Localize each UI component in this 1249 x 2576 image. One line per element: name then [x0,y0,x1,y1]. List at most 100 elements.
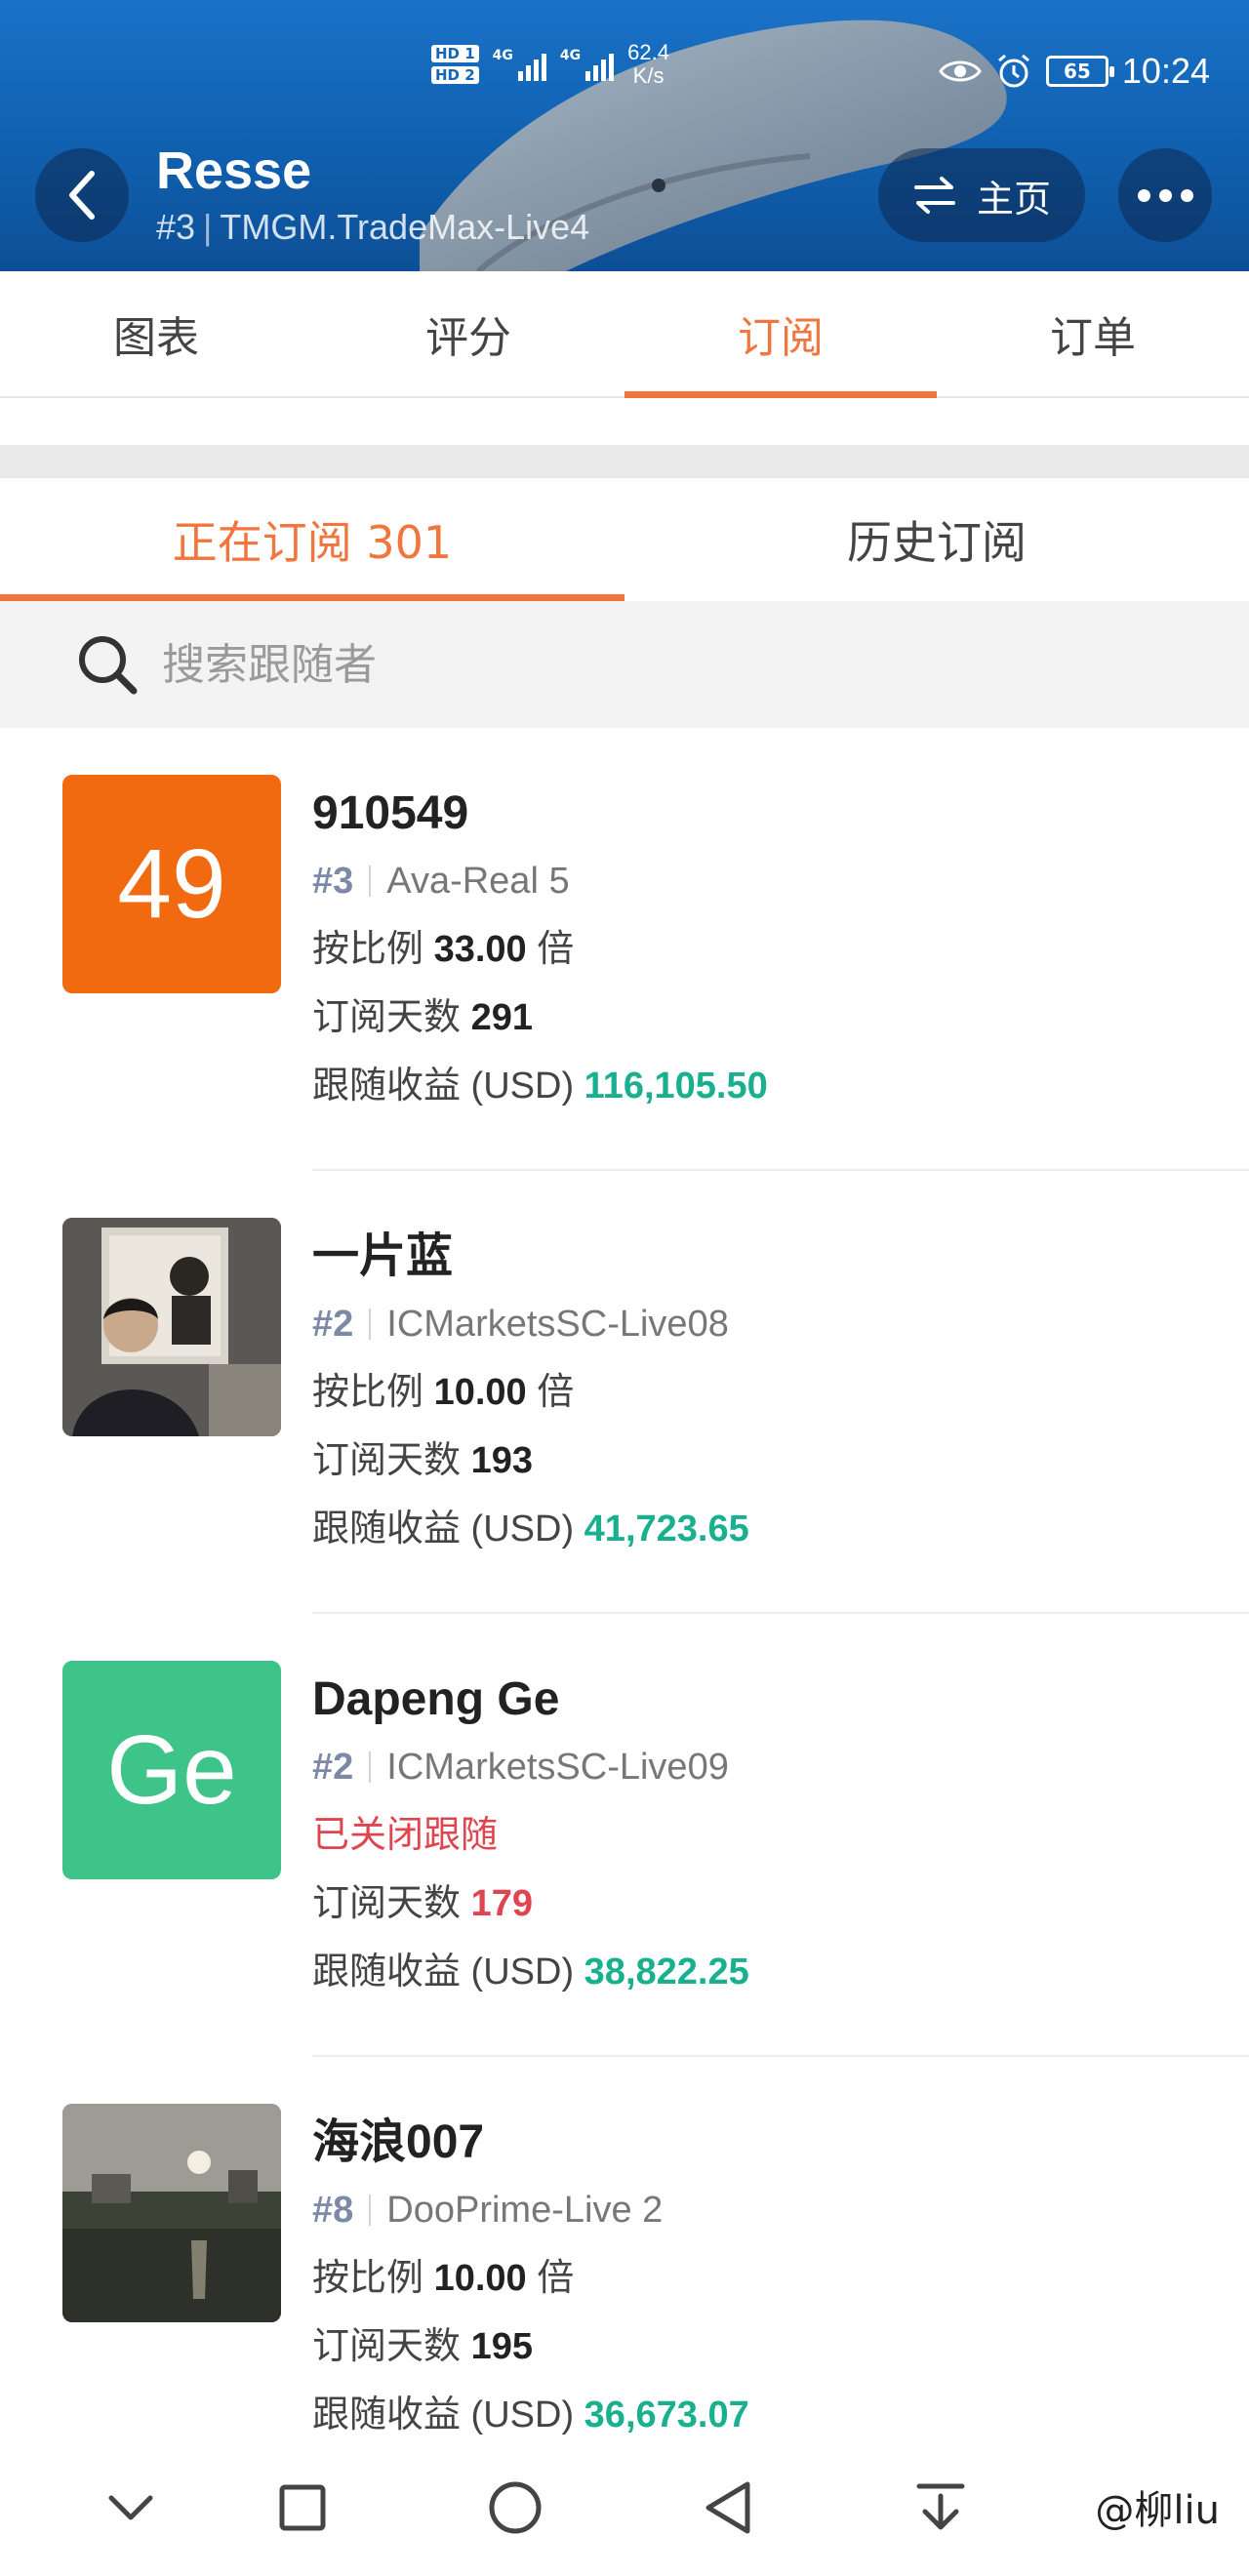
sub-tabs: 正在订阅 301 历史订阅 [0,478,1249,601]
home-button[interactable]: 主页 [878,148,1085,242]
rank-badge: #2 [312,1747,354,1788]
subscriber-server-row: #2 ICMarketsSC-Live08 [312,1290,1190,1358]
days-row: 订阅天数 193 [312,1440,533,1481]
avatar: Ge [62,1661,281,1879]
search-icon[interactable] [74,631,141,698]
server-name: ICMarketsSC-Live09 [386,1747,729,1788]
profit-value: 41,723.65 [584,1509,749,1550]
rank-badge: #3 [312,861,354,902]
more-dot-icon [1158,188,1172,202]
tab-current-subscriptions[interactable]: 正在订阅 301 [0,478,624,601]
page-title: Resse [156,141,312,200]
subscriber-server-row: #2 ICMarketsSC-Live09 [312,1733,1190,1801]
ratio-row: 按比例 10.00 倍 [312,1372,575,1413]
avatar-initials: 49 [117,828,226,939]
ratio-value: 10.00 [433,2258,527,2299]
days-row: 订阅天数 179 [312,1883,533,1924]
more-button[interactable] [1118,148,1212,242]
circle-icon [489,2481,542,2534]
page-subtitle: #3 | TMGM.TradeMax-Live4 [156,207,590,247]
list-item[interactable]: Ge Dapeng Ge #2 ICMarketsSC-Live09 已关闭跟随 … [0,1614,1249,2057]
days-value: 179 [470,1883,533,1924]
search-input[interactable] [162,639,1040,690]
subscriber-list: 49 910549 #3 Ava-Real 5 按比例 33.00 倍 订阅天数 … [0,728,1249,2500]
subscriber-server-row: #3 Ava-Real 5 [312,847,1190,915]
nav-recents-button[interactable] [271,2476,334,2539]
days-row: 订阅天数 291 [312,997,533,1038]
title-block: Resse #3 | TMGM.TradeMax-Live4 [156,139,589,252]
swap-icon [913,177,955,214]
signal-2-icon: 4G [560,48,615,81]
nav-notification-button[interactable] [909,2476,972,2539]
net-speed: 62.4 K/s [627,40,669,88]
chevron-left-icon [69,171,95,220]
pull-down-icon [916,2483,965,2530]
ratio-row: 按比例 10.00 倍 [312,2258,575,2299]
sunset-river-photo [62,2104,281,2322]
profit-row: 跟随收益 (USD) 38,822.25 [312,1952,749,1992]
system-nav-bar: @柳liu [0,2439,1249,2576]
profit-value: 116,105.50 [584,1066,768,1107]
days-row: 订阅天数 195 [312,2326,533,2367]
list-item[interactable]: 49 910549 #3 Ava-Real 5 按比例 33.00 倍 订阅天数 … [0,728,1249,1171]
profit-value: 38,822.25 [584,1952,749,1992]
tab-orders[interactable]: 订单 [937,271,1249,396]
clock: 10:24 [1121,51,1210,91]
rank-badge: #8 [312,2190,354,2231]
days-value: 193 [470,1440,533,1481]
nav-home-button[interactable] [484,2476,546,2539]
header-rank: #3 [156,207,196,247]
avatar [62,2104,281,2322]
nav-back-button[interactable] [697,2476,759,2539]
subscriber-name: 一片蓝 [312,1230,454,1282]
subscriber-name: 910549 [312,787,469,839]
hd2-badge: HD 2 [431,66,479,84]
alarm-icon [997,54,1029,88]
home-button-label: 主页 [976,177,1051,221]
subscriber-server-row: #8 DooPrime-Live 2 [312,2176,1190,2244]
signal-1-icon: 4G [493,48,546,81]
more-dot-icon [1180,188,1193,202]
list-item[interactable]: 一片蓝 #2 ICMarketsSC-Live08 按比例 10.00 倍 订阅天… [0,1171,1249,1614]
tab-chart[interactable]: 图表 [0,271,312,396]
triangle-back-icon [705,2481,750,2534]
header-server: TMGM.TradeMax-Live4 [220,207,590,247]
ratio-value: 33.00 [433,929,527,970]
avatar [62,1218,281,1436]
nav-collapse-button[interactable] [100,2476,162,2539]
status-bar: HD 1 HD 2 4G 4G 62.4 K/s 65 10:24 [0,0,1249,146]
person-in-suit-photo [62,1218,281,1436]
tab-history-subscriptions[interactable]: 历史订阅 [624,478,1249,601]
square-icon [279,2484,326,2531]
more-dot-icon [1137,188,1150,202]
status-closed: 已关闭跟随 [312,1815,499,1856]
hd1-badge: HD 1 [431,45,479,62]
eye-icon [939,60,982,82]
profit-row: 跟随收益 (USD) 41,723.65 [312,1509,749,1550]
watermark: @柳liu [1095,2488,1220,2533]
profit-row: 跟随收益 (USD) 116,105.50 [312,1066,768,1107]
search-bar [0,601,1249,728]
tab-rating[interactable]: 评分 [312,271,624,396]
app-header: HD 1 HD 2 4G 4G 62.4 K/s 65 10:24 Resse … [0,0,1249,271]
avatar: 49 [62,775,281,993]
days-value: 291 [470,997,533,1038]
tab-subscriptions[interactable]: 订阅 [624,271,937,398]
main-tabs: 图表 评分 订阅 订单 [0,271,1249,398]
ratio-row: 按比例 33.00 倍 [312,929,575,970]
chevron-down-icon [108,2495,153,2520]
list-item[interactable]: 海浪007 #8 DooPrime-Live 2 按比例 10.00 倍 订阅天数… [0,2057,1249,2500]
rank-badge: #2 [312,1304,354,1345]
server-name: ICMarketsSC-Live08 [386,1304,729,1345]
back-button[interactable] [35,148,129,242]
days-value: 195 [470,2326,533,2367]
section-divider [0,445,1249,478]
battery-icon: 65 [1045,56,1114,87]
avatar-initials: Ge [106,1714,237,1825]
profit-value: 36,673.07 [584,2395,749,2435]
ratio-value: 10.00 [433,1372,527,1413]
subscriber-name: 海浪007 [312,2116,485,2168]
subscriber-name: Dapeng Ge [312,1673,560,1725]
server-name: Ava-Real 5 [386,861,570,902]
server-name: DooPrime-Live 2 [386,2190,664,2231]
